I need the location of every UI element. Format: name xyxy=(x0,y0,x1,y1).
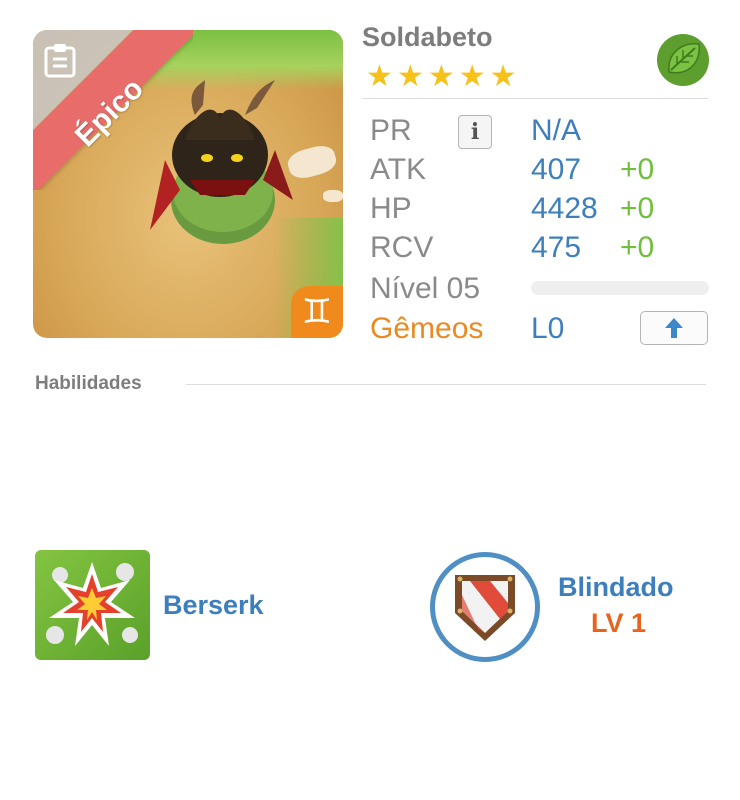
header-divider xyxy=(362,98,708,99)
skills-section-title: Habilidades xyxy=(35,373,142,394)
shield-icon xyxy=(455,575,515,641)
star-rating: ★ ★ ★ ★ ★ xyxy=(366,62,517,92)
atk-bonus: +0 xyxy=(620,153,655,186)
star-icon: ★ xyxy=(458,60,486,93)
zodiac-sign-label: Gêmeos xyxy=(370,312,484,345)
monster-portrait[interactable]: Épico ♊ xyxy=(33,30,343,338)
monster-name: Soldabeto xyxy=(362,22,493,52)
star-icon: ★ xyxy=(489,60,517,93)
rcv-value: 475 xyxy=(531,231,582,264)
gemini-icon: ♊ xyxy=(301,292,333,332)
pr-label: PR xyxy=(370,114,412,147)
berserk-skill-icon[interactable] xyxy=(35,550,150,660)
atk-label: ATK xyxy=(370,153,427,186)
hp-bonus: +0 xyxy=(620,192,655,225)
star-icon: ★ xyxy=(396,60,424,93)
pr-value: N/A xyxy=(531,114,582,147)
zodiac-badge: ♊ xyxy=(291,286,343,338)
pr-info-button[interactable]: i xyxy=(458,115,492,149)
zodiac-sign-level: L0 xyxy=(531,312,565,345)
hp-value: 4428 xyxy=(531,192,598,225)
portrait-stone xyxy=(323,190,343,202)
level-progress-bar xyxy=(531,281,709,295)
leaf-icon xyxy=(657,34,709,86)
info-icon: i xyxy=(470,119,480,145)
skill-blindado-level: LV 1 xyxy=(591,608,647,638)
star-icon: ★ xyxy=(427,60,455,93)
skill-berserk-name[interactable]: Berserk xyxy=(163,590,264,621)
skills-divider xyxy=(186,384,706,385)
rcv-label: RCV xyxy=(370,231,434,264)
arrow-up-icon xyxy=(665,318,683,338)
explosion-icon xyxy=(46,562,138,646)
star-icon: ★ xyxy=(366,60,393,93)
atk-value: 407 xyxy=(531,153,582,186)
hp-label: HP xyxy=(370,192,412,225)
blindado-skill-icon[interactable] xyxy=(430,552,540,662)
skill-blindado-name[interactable]: Blindado xyxy=(558,572,674,603)
rcv-bonus: +0 xyxy=(620,231,655,264)
level-label: Nível 05 xyxy=(370,272,481,305)
upgrade-button[interactable] xyxy=(640,311,708,345)
clipboard-icon[interactable] xyxy=(43,42,77,78)
